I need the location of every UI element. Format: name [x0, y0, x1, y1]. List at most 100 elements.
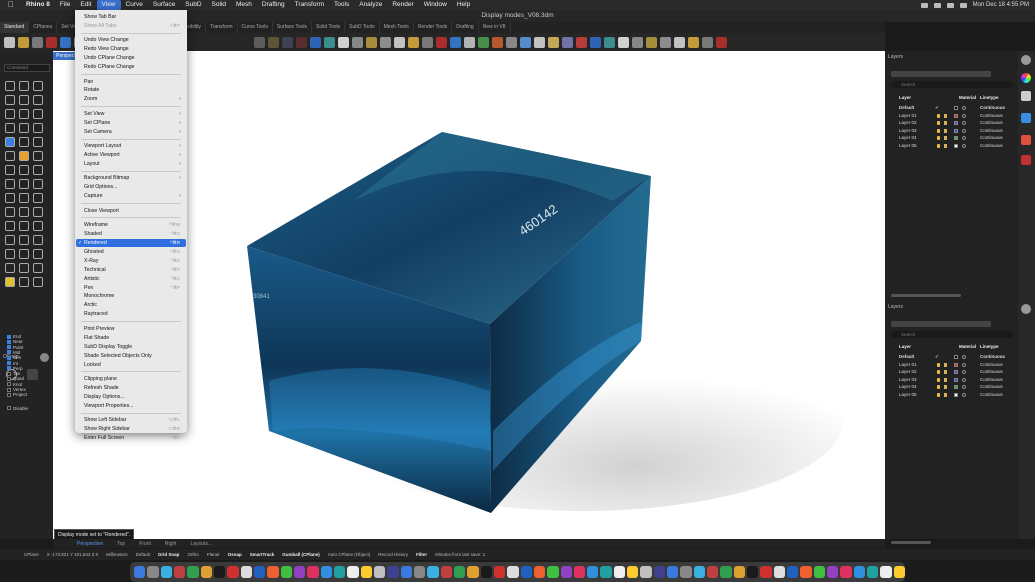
toolbar-icon[interactable] — [338, 36, 349, 48]
lock-icon[interactable] — [944, 144, 947, 148]
view-menu-item-set-camera[interactable]: Set Camera › — [76, 128, 186, 136]
layer-linetype[interactable]: Continuous — [980, 143, 1003, 148]
layer-color-swatch[interactable] — [954, 128, 958, 133]
toolbar-tab-curve-tools[interactable]: Curve Tools — [238, 22, 273, 33]
tool-icon[interactable] — [19, 151, 29, 161]
toolbar-icon[interactable] — [660, 36, 671, 48]
layers-search-input-2[interactable]: Search — [891, 331, 1013, 338]
osnap-int[interactable]: Int — [7, 361, 18, 366]
osnap-checkbox[interactable] — [7, 371, 11, 376]
material-icon[interactable] — [962, 144, 966, 148]
dock-app-icon[interactable] — [867, 566, 879, 578]
view-menu-item-rotate[interactable]: Rotate — [76, 86, 186, 94]
view-menu-item-show-left-sidebar[interactable]: Show Left Sidebar ⌥⌘L — [76, 416, 186, 424]
toolbar-icon[interactable] — [310, 36, 321, 48]
viewport-tab-layouts[interactable]: Layouts... — [191, 541, 213, 547]
toolbar-icon[interactable] — [366, 36, 377, 48]
viewport-tab-right[interactable]: Right — [165, 541, 177, 547]
osnap-checkbox[interactable] — [7, 406, 11, 411]
dock-app-icon[interactable] — [587, 566, 599, 578]
layers-toolbar-2[interactable] — [891, 321, 991, 327]
view-menu-item-x-ray[interactable]: X-Ray ^⌘X — [76, 257, 186, 265]
layer-color-swatch[interactable] — [954, 106, 958, 110]
layer-row[interactable]: Layer 05 Continuous — [891, 143, 1017, 151]
toolbar-icon[interactable] — [18, 36, 29, 48]
status-toggle-grid-snap[interactable]: Grid Snap — [158, 552, 180, 557]
dock-app-icon[interactable] — [467, 566, 479, 578]
toolbar-icon[interactable] — [562, 36, 573, 48]
tool-icon[interactable] — [19, 221, 29, 231]
view-menu-item-active-viewport[interactable]: Active Viewport › — [76, 151, 186, 159]
tool-icon[interactable] — [19, 235, 29, 245]
layer-linetype[interactable]: Continuous — [980, 105, 1005, 110]
toolbar-icon[interactable] — [548, 36, 559, 48]
layer-name[interactable]: Layer 05 — [899, 392, 917, 397]
material-icon[interactable] — [962, 113, 966, 118]
lock-icon[interactable] — [944, 121, 947, 126]
layer-name[interactable]: Layer 02 — [899, 369, 917, 374]
menu-window[interactable]: Window — [419, 0, 452, 10]
menu-analyze[interactable]: Analyze — [354, 0, 387, 10]
wifi-icon[interactable] — [920, 2, 928, 8]
view-menu-item-shaded[interactable]: Shaded ^⌘S — [76, 230, 186, 238]
osnap-perp[interactable]: Perp — [7, 366, 23, 371]
dock-app-icon[interactable] — [840, 566, 852, 578]
view-menu-item-shade-selected-objects-only[interactable]: Shade Selected Objects Only — [76, 352, 186, 360]
lock-icon[interactable] — [944, 362, 947, 367]
layer-row[interactable]: Layer 04ContinuousDefa — [891, 384, 1030, 392]
layer-name[interactable]: Layer 04 — [899, 135, 917, 140]
menu-rhino-8[interactable]: Rhino 8 — [21, 0, 55, 10]
layer-row[interactable]: Layer 04 Continuous — [891, 135, 1017, 143]
tool-icon[interactable] — [33, 193, 43, 203]
layer-row[interactable]: Layer 01ContinuousDefa — [891, 362, 1030, 370]
lightbulb-icon[interactable] — [937, 136, 940, 141]
material-icon[interactable] — [962, 377, 966, 382]
lightbulb-icon[interactable] — [937, 393, 940, 397]
layer-color-swatch[interactable] — [954, 377, 958, 382]
material-icon[interactable] — [962, 385, 966, 390]
layer-linetype[interactable]: Continuous — [980, 362, 1003, 367]
osnap-project[interactable]: Project — [7, 392, 27, 397]
osnap-checkbox[interactable] — [7, 382, 11, 387]
layers-search-input[interactable]: Search — [891, 81, 1013, 88]
menu-file[interactable]: File — [55, 0, 75, 10]
tool-icon[interactable] — [5, 277, 15, 287]
toolbar-icon[interactable] — [352, 36, 363, 48]
tool-icon[interactable] — [19, 109, 29, 119]
dock-app-icon[interactable] — [773, 566, 786, 578]
osnap-checkbox[interactable] — [7, 387, 11, 392]
view-menu-item-locked[interactable]: Locked — [76, 361, 186, 369]
dock-app-icon[interactable] — [760, 566, 772, 578]
lock-icon[interactable] — [944, 393, 947, 397]
dock-app-icon[interactable] — [880, 566, 892, 578]
tool-icon[interactable] — [33, 249, 43, 259]
toolbar-icon[interactable] — [576, 36, 587, 48]
render-icon[interactable] — [1021, 135, 1031, 145]
header-layer[interactable]: Layer — [899, 95, 911, 100]
osnap-disable[interactable]: Disable — [7, 406, 28, 411]
dock-app-icon[interactable] — [320, 566, 332, 578]
panel-gear-icon[interactable] — [1021, 55, 1031, 65]
dock-app-icon[interactable] — [627, 566, 639, 578]
toolbar-icon[interactable] — [436, 36, 447, 48]
layer-linetype[interactable]: Continuous — [980, 120, 1003, 125]
tool-icon[interactable] — [33, 81, 43, 91]
layer-name[interactable]: Default — [899, 105, 914, 110]
dock-app-icon[interactable] — [853, 566, 866, 578]
toolbar-tab-cplanes[interactable]: CPlanes — [29, 22, 58, 33]
lightbulb-icon[interactable] — [937, 144, 940, 148]
status-toggle-ortho[interactable]: Ortho — [187, 552, 198, 557]
dock-app-icon[interactable] — [134, 566, 146, 578]
layer-row[interactable]: Layer 03ContinuousDefa — [891, 377, 1030, 385]
osnap-checkbox[interactable] — [7, 355, 11, 360]
view-menu-item-close-viewport[interactable]: Close Viewport — [76, 207, 186, 215]
help-icon[interactable] — [1021, 113, 1031, 123]
toolbar-icon[interactable] — [32, 36, 43, 48]
view-menu-item-set-view[interactable]: Set View › — [76, 110, 186, 118]
osnap-checkbox[interactable] — [7, 334, 11, 339]
material-icon[interactable] — [962, 362, 966, 367]
status-cplane[interactable]: CPlane — [24, 552, 39, 557]
layer-row[interactable]: Layer 05ContinuousDefa — [891, 392, 1030, 400]
header-linetype[interactable]: Linetype — [980, 95, 999, 100]
view-menu-item-clipping-plane[interactable]: Clipping plane — [76, 375, 186, 383]
